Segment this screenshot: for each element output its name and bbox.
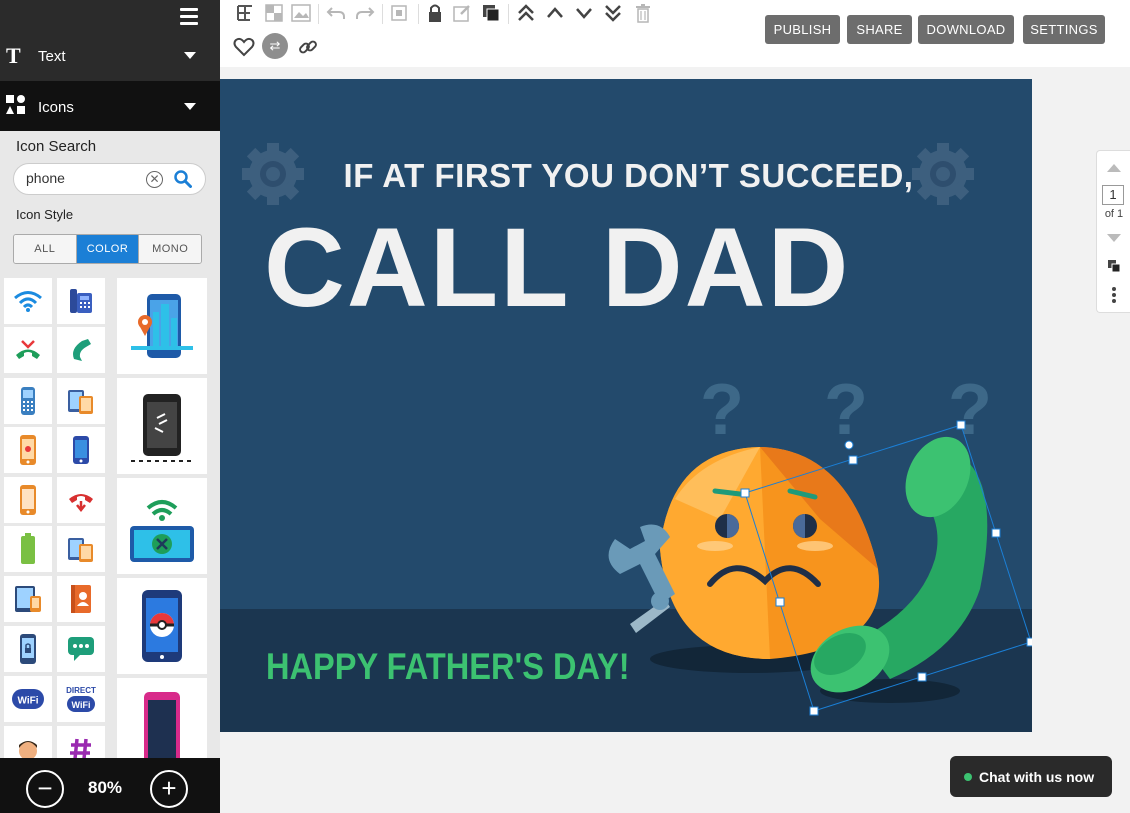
send-to-back-icon[interactable] (602, 2, 624, 24)
city-phone-map-icon[interactable] (117, 278, 207, 374)
icon-style-label: Icon Style (16, 207, 74, 222)
settings-button[interactable]: SETTINGS (1023, 15, 1105, 44)
swap-icon[interactable]: ⇄ (262, 33, 288, 59)
crop-icon[interactable] (388, 2, 410, 24)
workspace: IF AT FIRST YOU DON’T SUCCEED, CALL DAD … (220, 67, 1130, 813)
contact-book-icon[interactable] (57, 576, 105, 622)
lock-icon[interactable] (424, 2, 446, 24)
chat-label: Chat with us now (979, 768, 1095, 785)
headline-top[interactable]: IF AT FIRST YOU DON’T SUCCEED, (220, 157, 1032, 195)
link-icon[interactable] (297, 36, 319, 58)
trash-icon[interactable] (632, 2, 654, 24)
duplicate-page-icon[interactable] (1107, 259, 1121, 273)
smartphone-camera-icon[interactable] (4, 427, 52, 473)
shapes-icon (6, 95, 30, 119)
chevron-down-icon[interactable] (184, 52, 196, 59)
share-button[interactable]: SHARE (847, 15, 912, 44)
hamburger-menu-icon[interactable] (180, 8, 198, 29)
confused-egg-illustration[interactable]: ? ? ? (600, 359, 1032, 732)
heart-icon[interactable] (233, 36, 255, 58)
search-icon[interactable] (174, 170, 192, 193)
duplicate-icon[interactable] (480, 2, 502, 24)
sidebar: T Text Icons Icon Search ✕ Icon Style AL… (0, 0, 220, 813)
page-up-icon[interactable] (1106, 163, 1122, 173)
wifi-icon[interactable] (4, 278, 52, 324)
missed-call-icon[interactable] (4, 327, 52, 373)
send-backward-icon[interactable] (573, 2, 595, 24)
checker-icon[interactable] (263, 2, 285, 24)
footer-greeting[interactable]: HAPPY FATHER'S DAY! (266, 646, 630, 688)
style-option-all[interactable]: ALL (14, 235, 76, 263)
desk-phone-icon[interactable] (57, 278, 105, 324)
wifi-direct-icon[interactable]: DIRECT WiFi (57, 676, 105, 722)
headline-main[interactable]: CALL DAD (264, 203, 850, 332)
page-down-icon[interactable] (1106, 233, 1122, 243)
section-label-text: Text (38, 47, 66, 65)
download-button[interactable]: DOWNLOAD (918, 15, 1014, 44)
redo-icon[interactable] (354, 2, 376, 24)
toolbar: ⇄ PUBLISH SHARE DOWNLOAD SETTINGS (220, 0, 1130, 67)
zoom-out-button[interactable]: − (26, 770, 64, 808)
page-number-input[interactable]: 1 (1102, 185, 1124, 205)
bring-forward-icon[interactable] (544, 2, 566, 24)
section-label-icons: Icons (38, 98, 74, 116)
chevron-down-icon[interactable] (184, 103, 196, 110)
wifi-mobile-icon[interactable] (117, 478, 207, 574)
page-count-label: of 1 (1104, 208, 1124, 220)
wifi-direct-text: DIRECT (66, 686, 96, 695)
locked-phone-icon[interactable] (4, 626, 52, 672)
devices-icon[interactable] (57, 378, 105, 424)
page-navigator: 1 of 1 (1096, 150, 1130, 313)
style-option-mono[interactable]: MONO (138, 235, 201, 263)
wifi-direct-badge-text: WiFi (72, 700, 91, 710)
design-canvas[interactable]: IF AT FIRST YOU DON’T SUCCEED, CALL DAD … (220, 79, 1032, 732)
smartphone-orange-icon[interactable] (4, 477, 52, 523)
search-box: ✕ (13, 163, 206, 195)
devices-orange-icon[interactable] (57, 526, 105, 572)
online-status-dot (964, 772, 972, 781)
battery-phone-icon[interactable] (4, 526, 52, 572)
search-input[interactable] (26, 170, 146, 186)
chat-button[interactable]: Chat with us now (950, 756, 1112, 797)
zoom-level: 80% (88, 778, 123, 797)
bring-to-front-icon[interactable] (515, 2, 537, 24)
text-T-icon: T (6, 43, 21, 68)
icon-results-grid: WiFi DIRECT WiFi (0, 276, 220, 758)
handset-icon[interactable] (57, 327, 105, 373)
hang-up-icon[interactable] (57, 477, 105, 523)
wifi-badge-icon[interactable]: WiFi (4, 676, 52, 722)
edit-icon[interactable] (451, 2, 473, 24)
pokeball-phone-icon[interactable] (117, 578, 207, 674)
icon-style-toggle: ALL COLOR MONO (13, 234, 202, 264)
sidebar-section-icons[interactable]: Icons (0, 81, 220, 131)
phone-signal-icon[interactable] (117, 378, 207, 474)
image-icon[interactable] (290, 2, 312, 24)
wifi-badge-text: WiFi (17, 696, 38, 707)
publish-button[interactable]: PUBLISH (765, 15, 840, 44)
chat-bubble-icon[interactable] (57, 626, 105, 672)
more-options-icon[interactable] (1111, 287, 1117, 303)
icon-search-label: Icon Search (16, 138, 97, 155)
person-avatar-icon[interactable] (4, 726, 52, 758)
paragraph-icon[interactable] (234, 2, 256, 24)
smartphone-blue-icon[interactable] (57, 427, 105, 473)
mobile-keypad-icon[interactable] (4, 378, 52, 424)
sidebar-section-text[interactable]: T Text (0, 0, 220, 81)
zoom-bar: − 80% + (0, 758, 220, 813)
undo-icon[interactable] (325, 2, 347, 24)
clear-icon[interactable]: ✕ (146, 171, 163, 188)
hashtag-icon[interactable] (57, 726, 105, 758)
tablet-phone-icon[interactable] (4, 576, 52, 622)
question-marks: ? ? ? (700, 370, 1022, 450)
pink-phone-icon[interactable] (117, 678, 207, 758)
zoom-in-button[interactable]: + (150, 770, 188, 808)
style-option-color[interactable]: COLOR (75, 235, 139, 263)
